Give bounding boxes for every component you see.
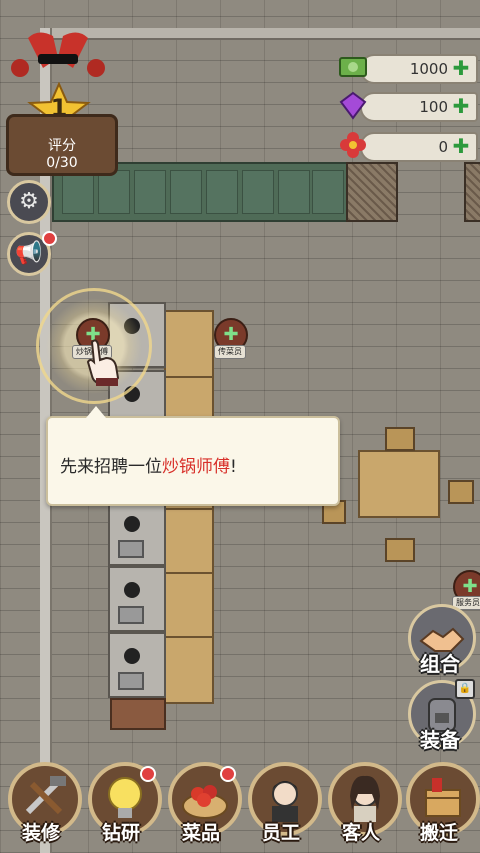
- rating-label: 评分: [48, 138, 76, 154]
- gem-display[interactable]: 100 ✚: [360, 92, 478, 122]
- flower-display[interactable]: 0 ✚: [360, 132, 478, 162]
- add-gem-icon[interactable]: ✚: [451, 96, 471, 116]
- pointing-hand-icon: [84, 338, 122, 386]
- chair: [448, 480, 474, 504]
- nav-relocate-label: 搬迁: [419, 822, 458, 844]
- nav-staff-label: 员工: [261, 822, 300, 844]
- rating-panel[interactable]: 评分 0/30: [6, 114, 118, 176]
- top-wall: [52, 28, 480, 40]
- add-flower-icon[interactable]: ✚: [451, 136, 471, 156]
- cash-value: 1000: [409, 60, 448, 78]
- tooltip-highlight: 炒锅师傅: [162, 457, 230, 477]
- flower-value: 0: [438, 138, 448, 156]
- brick-base: [110, 698, 166, 730]
- shelf-rack: [464, 162, 480, 222]
- settings-button[interactable]: ⚙: [7, 180, 51, 224]
- announcement-button[interactable]: 📢: [7, 231, 57, 276]
- purple-gem-icon: [338, 90, 368, 120]
- tutorial-tooltip: 先来招聘一位炒锅师傅!: [46, 406, 340, 506]
- lock-icon: 🔒: [455, 679, 475, 699]
- stove: [108, 500, 166, 566]
- nav-guests-label: 客人: [341, 822, 380, 844]
- nav-dishes-label: 菜品: [181, 822, 220, 844]
- notification-dot: [220, 766, 236, 782]
- notification-dot: [140, 766, 156, 782]
- stove: [108, 632, 166, 698]
- tooltip-text: 先来招聘一位炒锅师傅!: [60, 457, 237, 477]
- chair: [385, 427, 415, 451]
- cash-display[interactable]: 1000 ✚: [360, 54, 478, 84]
- rating-progress: 0/30: [46, 155, 78, 171]
- dining-table: [358, 450, 440, 518]
- equip-label: 装备: [420, 728, 460, 752]
- red-flower-icon: [338, 130, 368, 160]
- add-cash-icon[interactable]: ✚: [451, 58, 471, 78]
- serving-counter: [164, 310, 214, 704]
- notification-dot: [42, 231, 57, 246]
- megaphone-icon: 📢: [15, 241, 43, 266]
- nav-decorate-label: 装修: [21, 822, 60, 844]
- waiter-label: 传菜员: [214, 345, 246, 359]
- chair: [385, 538, 415, 562]
- cash-icon: [338, 52, 368, 82]
- gem-value: 100: [419, 98, 448, 116]
- nav-research-label: 钻研: [101, 822, 140, 844]
- combo-label: 组合: [420, 652, 460, 676]
- shelf-rack: [346, 162, 398, 222]
- stove: [108, 566, 166, 632]
- gear-icon: ⚙: [19, 189, 39, 214]
